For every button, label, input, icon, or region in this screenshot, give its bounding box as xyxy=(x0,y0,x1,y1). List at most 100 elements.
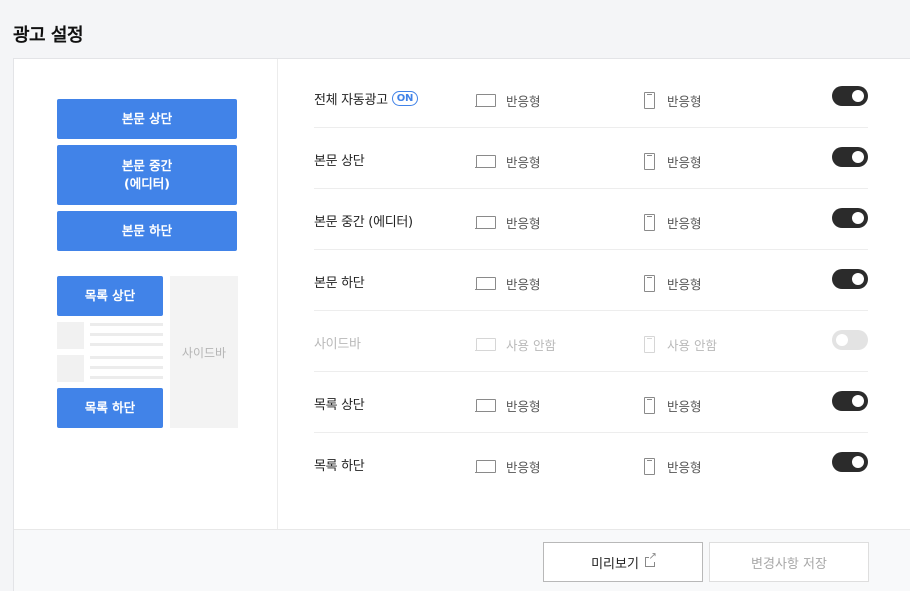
setting-toggle[interactable] xyxy=(832,86,868,106)
setting-row-label: 목록 상단 xyxy=(314,394,365,413)
save-changes-button[interactable]: 변경사항 저장 xyxy=(709,542,869,582)
ad-settings-panel: 본문 상단 본문 중간 (에디터) 본문 하단 목록 상단 목록 하단 사이드바… xyxy=(13,58,910,591)
desktop-setting-value: 반응형 xyxy=(506,460,541,475)
mobile-phone-icon xyxy=(644,214,655,231)
setting-row: 본문 중간 (에디터) 반응형 반응형 xyxy=(314,189,868,250)
preview-list-top[interactable]: 목록 상단 xyxy=(57,276,163,316)
mobile-setting[interactable]: 반응형 xyxy=(644,457,702,476)
setting-label-text: 전체 자동광고 xyxy=(314,93,388,108)
setting-row: 목록 하단 반응형 반응형 xyxy=(314,433,868,494)
mobile-setting[interactable]: 반응형 xyxy=(644,274,702,293)
setting-row-label: 목록 하단 xyxy=(314,455,365,474)
mobile-phone-icon xyxy=(644,458,655,475)
laptop-icon xyxy=(475,338,496,351)
setting-toggle[interactable] xyxy=(832,208,868,228)
mobile-phone-icon xyxy=(644,397,655,414)
setting-label-text: 목록 하단 xyxy=(314,459,365,474)
setting-toggle[interactable] xyxy=(832,269,868,289)
desktop-setting-value: 사용 안함 xyxy=(506,338,556,353)
list-line xyxy=(90,323,163,326)
mobile-setting[interactable]: 반응형 xyxy=(644,91,702,110)
desktop-setting-value: 반응형 xyxy=(506,277,541,292)
mobile-setting-value: 사용 안함 xyxy=(667,338,717,353)
desktop-setting[interactable]: 반응형 xyxy=(475,396,541,415)
preview-body-top[interactable]: 본문 상단 xyxy=(57,99,237,139)
setting-label-text: 본문 하단 xyxy=(314,276,365,291)
mobile-setting[interactable]: 사용 안함 xyxy=(644,335,717,354)
setting-row-label: 사이드바 xyxy=(314,333,361,352)
desktop-setting[interactable]: 반응형 xyxy=(475,457,541,476)
on-badge: ON xyxy=(391,91,419,106)
setting-toggle[interactable] xyxy=(832,330,868,350)
preview-sidebar: 사이드바 xyxy=(170,276,238,428)
desktop-setting[interactable]: 반응형 xyxy=(475,274,541,293)
desktop-setting[interactable]: 반응형 xyxy=(475,213,541,232)
laptop-icon xyxy=(475,277,496,290)
preview-button[interactable]: 미리보기 xyxy=(543,542,703,582)
toggle-knob xyxy=(852,212,864,224)
laptop-icon xyxy=(475,460,496,473)
mobile-setting-value: 반응형 xyxy=(667,277,702,292)
toggle-knob xyxy=(852,456,864,468)
preview-list-bottom[interactable]: 목록 하단 xyxy=(57,388,163,428)
preview-body-bottom[interactable]: 본문 하단 xyxy=(57,211,237,251)
setting-label-text: 사이드바 xyxy=(314,337,361,352)
list-line xyxy=(90,356,163,359)
mobile-setting-value: 반응형 xyxy=(667,94,702,109)
setting-toggle[interactable] xyxy=(832,147,868,167)
mobile-setting[interactable]: 반응형 xyxy=(644,152,702,171)
toggle-knob xyxy=(852,395,864,407)
mobile-setting[interactable]: 반응형 xyxy=(644,213,702,232)
desktop-setting-value: 반응형 xyxy=(506,399,541,414)
laptop-icon xyxy=(475,216,496,229)
mobile-setting[interactable]: 반응형 xyxy=(644,396,702,415)
toggle-knob xyxy=(852,90,864,102)
setting-row: 전체 자동광고 ON 반응형 반응형 xyxy=(314,67,868,128)
preview-body-middle[interactable]: 본문 중간 (에디터) xyxy=(57,145,237,205)
laptop-icon xyxy=(475,94,496,107)
setting-toggle[interactable] xyxy=(832,391,868,411)
layout-preview: 본문 상단 본문 중간 (에디터) 본문 하단 목록 상단 목록 하단 사이드바 xyxy=(14,59,278,529)
desktop-setting-value: 반응형 xyxy=(506,155,541,170)
mobile-setting-value: 반응형 xyxy=(667,216,702,231)
setting-row-label: 전체 자동광고 ON xyxy=(314,89,419,108)
desktop-setting-value: 반응형 xyxy=(506,216,541,231)
mobile-setting-value: 반응형 xyxy=(667,155,702,170)
list-line xyxy=(90,366,163,369)
mobile-setting-value: 반응형 xyxy=(667,399,702,414)
setting-label-text: 본문 중간 (에디터) xyxy=(314,215,413,230)
setting-row: 본문 상단 반응형 반응형 xyxy=(314,128,868,189)
setting-row: 본문 하단 반응형 반응형 xyxy=(314,250,868,311)
list-thumbnail xyxy=(57,322,84,349)
setting-row-label: 본문 하단 xyxy=(314,272,365,291)
setting-label-text: 목록 상단 xyxy=(314,398,365,413)
laptop-icon xyxy=(475,155,496,168)
mobile-phone-icon xyxy=(644,336,655,353)
setting-row: 목록 상단 반응형 반응형 xyxy=(314,372,868,433)
list-thumbnail xyxy=(57,355,84,382)
setting-row-label: 본문 상단 xyxy=(314,150,365,169)
page-title: 광고 설정 xyxy=(13,25,84,46)
laptop-icon xyxy=(475,399,496,412)
list-line xyxy=(90,343,163,346)
desktop-setting[interactable]: 반응형 xyxy=(475,91,541,110)
toggle-knob xyxy=(836,334,848,346)
desktop-setting-value: 반응형 xyxy=(506,94,541,109)
setting-row-label: 본문 중간 (에디터) xyxy=(314,211,413,230)
mobile-phone-icon xyxy=(644,275,655,292)
toggle-knob xyxy=(852,151,864,163)
list-line xyxy=(90,333,163,336)
footer-bar: 미리보기 변경사항 저장 xyxy=(14,529,910,591)
desktop-setting[interactable]: 반응형 xyxy=(475,152,541,171)
mobile-phone-icon xyxy=(644,92,655,109)
external-link-icon xyxy=(644,552,657,567)
mobile-setting-value: 반응형 xyxy=(667,460,702,475)
list-line xyxy=(90,376,163,379)
setting-label-text: 본문 상단 xyxy=(314,154,365,169)
toggle-knob xyxy=(852,273,864,285)
mobile-phone-icon xyxy=(644,153,655,170)
setting-toggle[interactable] xyxy=(832,452,868,472)
setting-row: 사이드바 사용 안함 사용 안함 xyxy=(314,311,868,372)
placement-settings: 전체 자동광고 ON 반응형 반응형 본문 상단 반응형 반응형 본문 중간 (에디터) 반응형… xyxy=(278,59,910,529)
desktop-setting[interactable]: 사용 안함 xyxy=(475,335,556,354)
